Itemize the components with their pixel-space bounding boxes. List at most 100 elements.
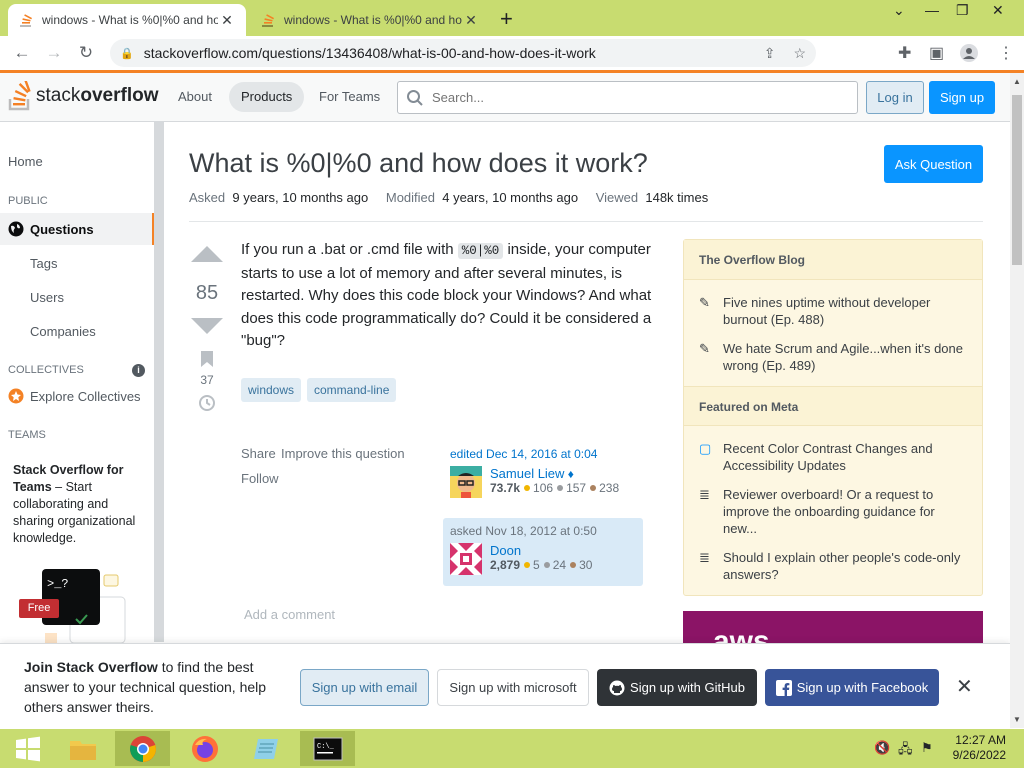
blog-item[interactable]: ✎ We hate Scrum and Agile...when it's don…: [699, 340, 969, 374]
nav-about[interactable]: About: [166, 82, 224, 112]
bookmark-icon[interactable]: [200, 350, 214, 368]
stackoverflow-logo-icon: [8, 81, 31, 111]
browser-tab-title: windows - What is %0|%0 and how does it …: [284, 13, 462, 27]
nav-for-teams[interactable]: For Teams: [307, 82, 392, 112]
avatar[interactable]: [450, 543, 482, 575]
edited-time[interactable]: edited Dec 14, 2016 at 0:04: [450, 447, 640, 461]
modified-date[interactable]: 4 years, 10 months ago: [442, 190, 578, 205]
editor-reputation: 73.7k 106 157 238: [490, 481, 620, 495]
page-scrollbar[interactable]: ▲ ▼: [1010, 73, 1024, 728]
search-box[interactable]: [397, 81, 858, 114]
nav-users[interactable]: Users: [30, 290, 64, 305]
bookmark-star-icon[interactable]: ☆: [793, 45, 806, 62]
nav-products[interactable]: Products: [229, 82, 305, 112]
lock-icon[interactable]: 🔒: [120, 47, 134, 60]
stack-icon: ≣: [699, 487, 710, 502]
taskbar-notepad[interactable]: [238, 731, 293, 766]
browser-toolbar: ← → ↻ 🔒 stackoverflow.com/questions/1343…: [0, 36, 1024, 70]
public-caption: PUBLIC: [8, 195, 48, 207]
close-tab-icon[interactable]: ✕: [218, 12, 236, 29]
volume-muted-icon[interactable]: 🔇: [874, 740, 890, 756]
taskbar-firefox[interactable]: [177, 731, 232, 766]
asked-time[interactable]: asked Nov 18, 2012 at 0:50: [450, 524, 636, 538]
reload-icon[interactable]: ↻: [70, 43, 102, 63]
blog-item[interactable]: ✎ Five nines uptime without developer bur…: [699, 294, 969, 328]
scroll-down-icon[interactable]: ▼: [1013, 715, 1021, 724]
svg-text:C:\_: C:\_: [317, 743, 335, 751]
follow-link[interactable]: Follow: [241, 471, 279, 486]
action-center-icon[interactable]: ⚑: [921, 740, 933, 756]
address-bar[interactable]: 🔒 stackoverflow.com/questions/13436408/w…: [110, 39, 816, 67]
meta-item[interactable]: ▢ Recent Color Contrast Changes and Acces…: [699, 440, 969, 474]
chrome-menu-icon[interactable]: ⋮: [998, 36, 1014, 70]
avatar[interactable]: [450, 466, 482, 498]
meta-item[interactable]: ≣ Reviewer overboard! Or a request to imp…: [699, 486, 969, 537]
improve-link[interactable]: Improve this question: [281, 446, 405, 461]
close-banner-icon[interactable]: ✕: [956, 674, 973, 699]
so-logo[interactable]: stackoverflow: [8, 81, 158, 111]
login-button[interactable]: Log in: [866, 81, 924, 114]
new-tab-icon[interactable]: +: [500, 6, 513, 32]
divider: [189, 221, 983, 222]
share-icon[interactable]: ⇪: [764, 45, 776, 62]
windows-taskbar: C:\_ 🔇 🖧 ⚑ 12:27 AM 9/26/2022: [0, 729, 1024, 768]
nav-explore-collectives[interactable]: Explore Collectives: [8, 388, 141, 404]
tag-command-line[interactable]: command-line: [307, 378, 397, 402]
scroll-up-icon[interactable]: ▲: [1013, 77, 1021, 86]
stackoverflow-favicon-icon: [20, 14, 33, 27]
system-clock[interactable]: 12:27 AM 9/26/2022: [948, 733, 1006, 763]
meta-heading: Featured on Meta: [684, 386, 982, 426]
nav-explore-label: Explore Collectives: [30, 388, 141, 404]
network-icon[interactable]: 🖧: [898, 740, 913, 762]
asked-date: 9 years, 10 months ago: [232, 190, 369, 205]
downvote-icon[interactable]: [190, 317, 224, 335]
side-panel-icon[interactable]: ▣: [929, 36, 944, 70]
nav-home[interactable]: Home: [8, 154, 43, 169]
share-link[interactable]: Share: [241, 446, 276, 461]
browser-tabstrip: windows - What is %0|%0 and how does it …: [0, 0, 1024, 36]
vote-cell: 85 37: [189, 245, 225, 418]
meta-item[interactable]: ≣ Should I explain other people's code-on…: [699, 549, 969, 583]
nav-tags[interactable]: Tags: [30, 256, 57, 271]
folder-icon: [69, 740, 96, 760]
question-meta: Asked 9 years, 10 months ago Modified 4 …: [189, 190, 709, 205]
nav-questions[interactable]: Questions: [0, 213, 155, 245]
taskbar-chrome[interactable]: [115, 731, 170, 766]
collectives-caption: COLLECTIVES: [8, 364, 84, 376]
restore-icon[interactable]: ❐: [956, 2, 969, 19]
window-close-icon[interactable]: ✕: [992, 2, 1004, 19]
tag-windows[interactable]: windows: [241, 378, 302, 402]
history-icon[interactable]: [197, 393, 217, 413]
start-button[interactable]: [0, 731, 55, 766]
notepad-icon: [253, 738, 278, 759]
extensions-icon[interactable]: ✚: [898, 36, 911, 70]
asker-name[interactable]: Doon: [490, 543, 592, 558]
taskbar-command-prompt[interactable]: C:\_: [300, 731, 355, 766]
browser-tab-active[interactable]: windows - What is %0|%0 and how does it …: [8, 4, 246, 36]
signup-email-button[interactable]: Sign up with email: [300, 669, 429, 706]
signup-facebook-button[interactable]: Sign up with Facebook: [765, 669, 939, 706]
tab-search-chevron-icon[interactable]: ⌄: [893, 2, 905, 19]
minimize-icon[interactable]: —: [925, 2, 939, 18]
banner-message: Join Stack Overflow to find the best ans…: [24, 659, 267, 715]
forward-icon[interactable]: →: [38, 43, 70, 63]
signup-github-button[interactable]: Sign up with GitHub: [597, 669, 757, 706]
info-icon[interactable]: i: [132, 364, 145, 377]
nav-companies[interactable]: Companies: [30, 324, 96, 339]
ask-question-button[interactable]: Ask Question: [884, 145, 983, 183]
signup-microsoft-button[interactable]: Sign up with microsoft: [437, 669, 589, 706]
signup-button[interactable]: Sign up: [929, 81, 995, 114]
question-title[interactable]: What is %0|%0 and how does it work?: [189, 148, 648, 179]
editor-name[interactable]: Samuel Liew: [490, 466, 564, 481]
search-input[interactable]: [432, 90, 832, 105]
back-icon[interactable]: ←: [6, 43, 38, 63]
upvote-icon[interactable]: [190, 245, 224, 263]
add-comment-link[interactable]: Add a comment: [244, 607, 335, 622]
close-tab-icon[interactable]: ✕: [462, 12, 480, 29]
browser-tab-inactive[interactable]: windows - What is %0|%0 and how does it …: [250, 4, 490, 36]
question-body: If you run a .bat or .cmd file with %0|%…: [241, 241, 652, 349]
so-logo-text: stackoverflow: [36, 85, 159, 106]
profile-icon[interactable]: [960, 36, 978, 70]
scroll-thumb[interactable]: [1012, 95, 1022, 265]
taskbar-file-explorer[interactable]: [55, 731, 110, 766]
